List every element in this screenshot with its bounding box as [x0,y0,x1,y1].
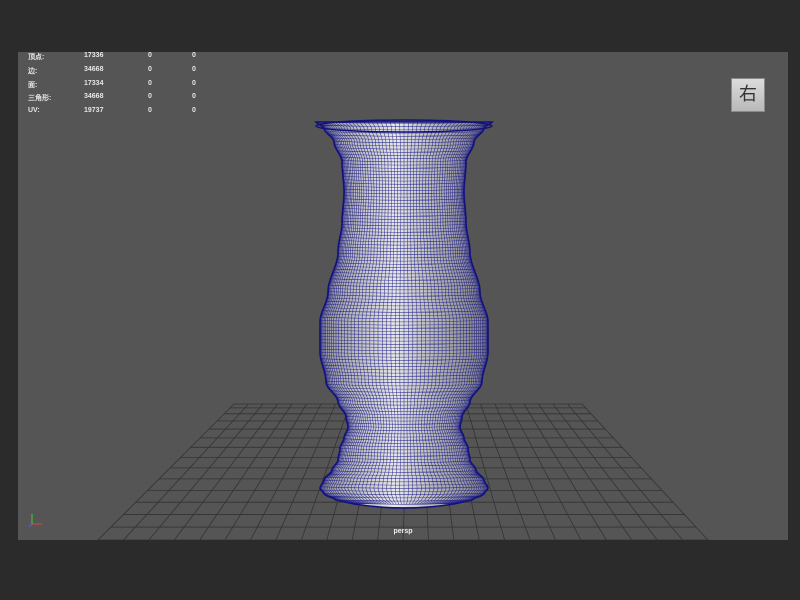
hud-value: 0 [148,79,152,87]
hud-value: 0 [192,107,196,115]
hud-label: 边: [28,67,38,75]
vase-mesh[interactable] [314,119,494,511]
hud-value: 0 [192,79,196,87]
hud-row-edges: 边: 34668 0 0 [28,66,218,80]
hud-label: 顶点: [28,54,45,61]
viewcube-right[interactable]: 右 [731,78,765,112]
axis-triad-icon [28,514,42,528]
hud-value: 34668 [84,93,104,101]
hud-value: 19737 [84,107,104,115]
hud-value: 0 [148,93,152,101]
hud-value: 0 [148,65,152,73]
hud-row-uvs: UV: 19737 0 0 [28,107,218,121]
hud-label: 面: [28,81,38,89]
hud-value: 0 [192,52,196,59]
viewport-persp[interactable]: 顶点: 17336 0 0 边: 34668 0 0 面: 17334 0 0 … [18,52,788,540]
hud-row-vertices: 顶点: 17336 0 0 [28,52,218,66]
hud-value: 0 [192,65,196,73]
hud-row-triangles: 三角形: 34668 0 0 [28,93,218,107]
hud-value: 0 [148,107,152,115]
hud-value: 17336 [84,52,104,59]
scene-3d[interactable] [18,52,788,540]
camera-name-label: persp [393,528,413,535]
hud-value: 0 [148,52,152,59]
hud-label: UV: [28,107,40,115]
hud-value: 0 [192,93,196,101]
hud-value: 34668 [84,65,104,73]
hud-value: 17334 [84,79,104,87]
hud-row-faces: 面: 17334 0 0 [28,80,218,94]
hud-label: 三角形: [28,95,52,103]
heads-up-display: 顶点: 17336 0 0 边: 34668 0 0 面: 17334 0 0 … [28,52,218,121]
